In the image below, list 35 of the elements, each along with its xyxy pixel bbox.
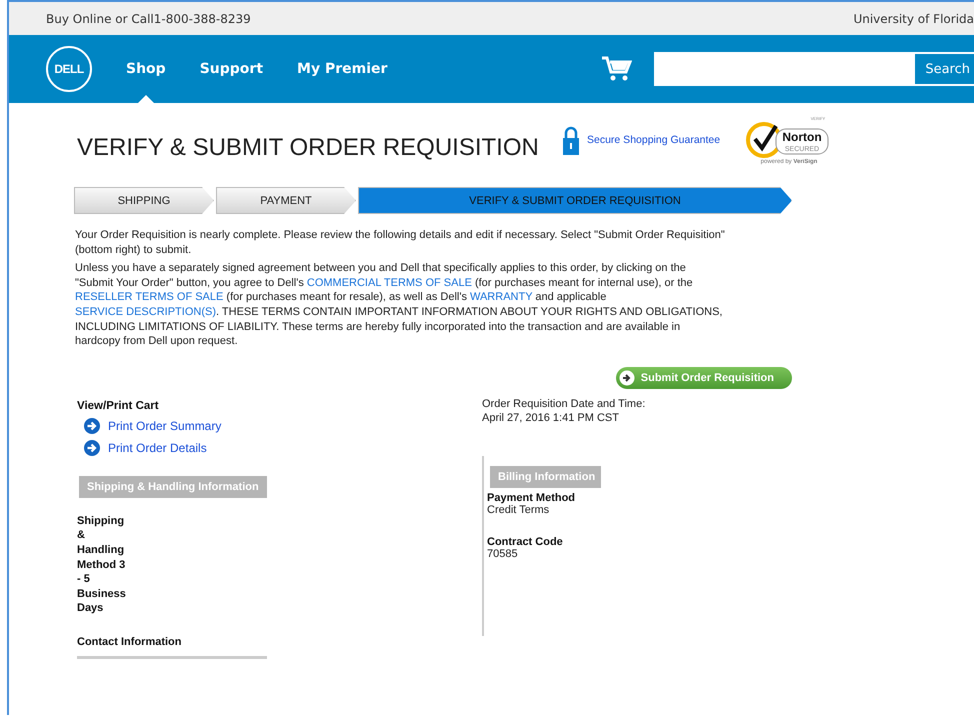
section-header: Shipping & Handling Information — [79, 476, 267, 498]
date-value: April 27, 2016 1:41 PM CST — [482, 410, 620, 425]
phone-text: Buy Online or Call1-800-388-8239 — [46, 12, 251, 26]
secure-shopping-link[interactable]: Secure Shopping Guarantee — [587, 134, 720, 146]
date-label: Order Requisition Date and Time: — [482, 396, 646, 411]
terms-link[interactable]: RESELLER TERMS OF SALE — [75, 291, 224, 304]
search-field[interactable]: Search — [654, 52, 974, 86]
terms-text: Unless you have a separately signed agreement between you and Dell that specifically applies to this order, by clicking on the "Submit Your Order" button, you agree to Dell's COMMERCIAL TERMS OF SALE (for purchases meant for internal use), or the RESELLER TERMS OF SALE (for purchases meant for resale), as well as Dell's WARRANTY and applicable SERVICE DESCRIPTION(S). THESE TERMS CONTAIN IMPORTANT INFORMATION ABOUT YOUR RIGHTS AND OBLIGATIONS, INCLUDING LIMITATIONS OF LIABILITY. These terms are hereby fully incorporated into the transaction and are available in hardcopy from Dell upon request. — [75, 261, 724, 349]
search-button[interactable]: Search — [915, 54, 974, 84]
intro-text: Your Order Requisition is nearly complete. Please review the following details and edit if necessary. Select "Submit Order Requisition" (bottom right) to submit. — [75, 228, 725, 258]
field-value: 70585 — [487, 548, 519, 560]
print-link[interactable]: Print Order Details — [108, 440, 207, 455]
terms-link[interactable]: COMMERCIAL TERMS OF SALE — [306, 276, 472, 289]
nav-link[interactable]: My Premier — [297, 35, 388, 103]
submit-button[interactable]: Submit Order Requisition — [616, 366, 792, 389]
terms-link[interactable]: WARRANTY — [470, 291, 532, 304]
shipping-method: Shipping & Handling Method 3 - 5 Business Days — [77, 514, 126, 616]
lock-icon — [563, 125, 579, 155]
terms-link[interactable]: SERVICE DESCRIPTION(S) — [75, 306, 216, 318]
page-title: VERIFY & SUBMIT ORDER REQUISITION — [77, 134, 540, 162]
step-tab[interactable]: SHIPPING — [74, 187, 214, 214]
cart-icon[interactable] — [602, 56, 632, 82]
nav-link[interactable]: Support — [200, 35, 264, 103]
section-header: Billing Information — [490, 466, 601, 488]
account-name: University of Florida — [853, 12, 974, 26]
field-label: Payment Method — [487, 492, 576, 504]
nav-link[interactable]: Shop — [126, 35, 166, 103]
field-value: Credit Terms — [487, 504, 550, 516]
field-label: Contract Code — [487, 536, 564, 548]
logo[interactable]: DELL — [46, 46, 92, 92]
step-tab[interactable]: VERIFY & SUBMIT ORDER REQUISITION — [358, 187, 792, 214]
print-link[interactable]: Print Order Summary — [108, 418, 222, 433]
step-tab[interactable]: PAYMENT — [216, 187, 356, 214]
cart-heading: View/Print Cart — [77, 400, 160, 412]
contact-heading: Contact Information — [77, 636, 182, 648]
